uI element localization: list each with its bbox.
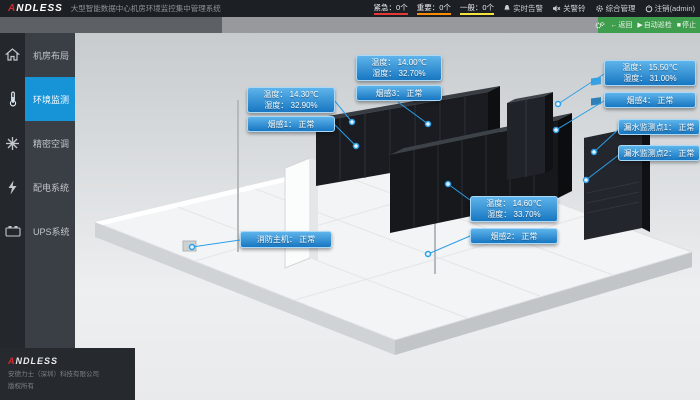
company-name: 安德力士（深圳）科技有限公司 (8, 368, 135, 378)
fan-icon (0, 121, 25, 165)
stop-button[interactable]: ■停止 (677, 20, 696, 30)
sidebar-nav: 机房布局 环境监测 精密空调 配电系统 (0, 33, 75, 348)
menu-realtime-alarms[interactable]: 实时告警 (503, 3, 543, 14)
temp-humidity-callout-1: 温度： 14.30℃ 湿度： 32.90% (247, 87, 335, 113)
alarm-counter-major[interactable]: 重要：0个 (417, 3, 451, 15)
footer-branding: ANDLESS 安德力士（深圳）科技有限公司 版权所有 (0, 348, 135, 400)
sidebar-item-room-layout[interactable]: 机房布局 (0, 33, 75, 77)
app-window: 温度： 14.30℃ 湿度： 32.90% 烟感1： 正常 温度： 14.00℃… (0, 0, 700, 400)
back-icon: ← (610, 22, 617, 29)
play-icon: ▶ (637, 21, 642, 29)
humidity-value: 湿度： 32.70% (357, 68, 441, 79)
gear-icon (595, 4, 604, 13)
smoke-sensor-4-callout: 烟感4： 正常 (604, 92, 696, 108)
view-control-toolbar: ←返回 ▶自动巡检 ■停止 (598, 17, 700, 33)
fire-host-callout: 消防主机： 正常 (240, 231, 332, 248)
settings-gears-icon[interactable] (595, 21, 605, 30)
power-icon (645, 4, 653, 13)
temperature-value: 温度： 14.00℃ (357, 57, 441, 68)
bell-icon (503, 4, 511, 13)
back-button[interactable]: ←返回 (610, 20, 632, 30)
secondary-toolbar: ←返回 ▶自动巡检 ■停止 (0, 17, 700, 33)
temp-humidity-callout-2: 温度： 14.00℃ 湿度： 32.70% (356, 55, 442, 81)
humidity-value: 湿度： 32.90% (248, 100, 334, 111)
alarm-counter-critical[interactable]: 紧急：0个 (374, 3, 408, 15)
sidebar-item-power-distribution[interactable]: 配电系统 (0, 165, 75, 209)
stop-icon: ■ (677, 22, 681, 29)
sidebar-item-environment-monitor[interactable]: 环境监测 (0, 77, 75, 121)
top-bar: ANDLESS 大型智能数据中心机房环境监控集中管理系统 紧急：0个 重要：0个… (0, 0, 700, 17)
temperature-value: 温度： 14.30℃ (248, 89, 334, 100)
menu-admin-management[interactable]: 综合管理 (595, 3, 636, 14)
menu-logout[interactable]: 注销(admin) (645, 3, 695, 14)
auto-patrol-button[interactable]: ▶自动巡检 (637, 20, 671, 30)
humidity-value: 湿度： 33.70% (471, 209, 557, 220)
mute-icon (552, 4, 561, 13)
smoke-sensor-2-callout: 烟感2： 正常 (470, 228, 558, 244)
alarm-counter-minor[interactable]: 一般：0个 (460, 3, 494, 15)
sidebar-item-ups-system[interactable]: UPS系统 (0, 209, 75, 253)
bolt-icon (0, 165, 25, 209)
leak-detect-2-callout: 漏水监测点2： 正常 (618, 145, 700, 161)
temp-humidity-callout-3: 温度： 15.50℃ 湿度： 31.00% (604, 60, 696, 86)
temp-humidity-callout-4: 温度： 14.60℃ 湿度： 33.70% (470, 196, 558, 222)
partition-wall (285, 158, 310, 268)
cabinet-pair (507, 92, 553, 180)
menu-mute-alarm-bell[interactable]: 关警铃 (552, 3, 586, 14)
system-title: 大型智能数据中心机房环境监控集中管理系统 (71, 3, 221, 14)
smoke-sensor-3-callout: 烟感3： 正常 (356, 85, 442, 101)
battery-icon (0, 209, 25, 253)
temperature-value: 温度： 15.50℃ (605, 62, 695, 73)
toolbar-left-segment (0, 17, 222, 33)
smoke-sensor-1-callout: 烟感1： 正常 (247, 116, 335, 132)
brand-logo: ANDLESS (8, 3, 63, 14)
sidebar-item-precision-aircon[interactable]: 精密空调 (0, 121, 75, 165)
leak-detect-1-callout: 漏水监测点1： 正常 (618, 119, 700, 135)
footer-logo: ANDLESS (8, 356, 135, 366)
thermometer-icon (0, 77, 25, 121)
temperature-value: 温度： 14.60℃ (471, 198, 557, 209)
humidity-value: 湿度： 31.00% (605, 73, 695, 84)
home-icon (0, 33, 25, 77)
copyright-text: 版权所有 (8, 380, 135, 390)
